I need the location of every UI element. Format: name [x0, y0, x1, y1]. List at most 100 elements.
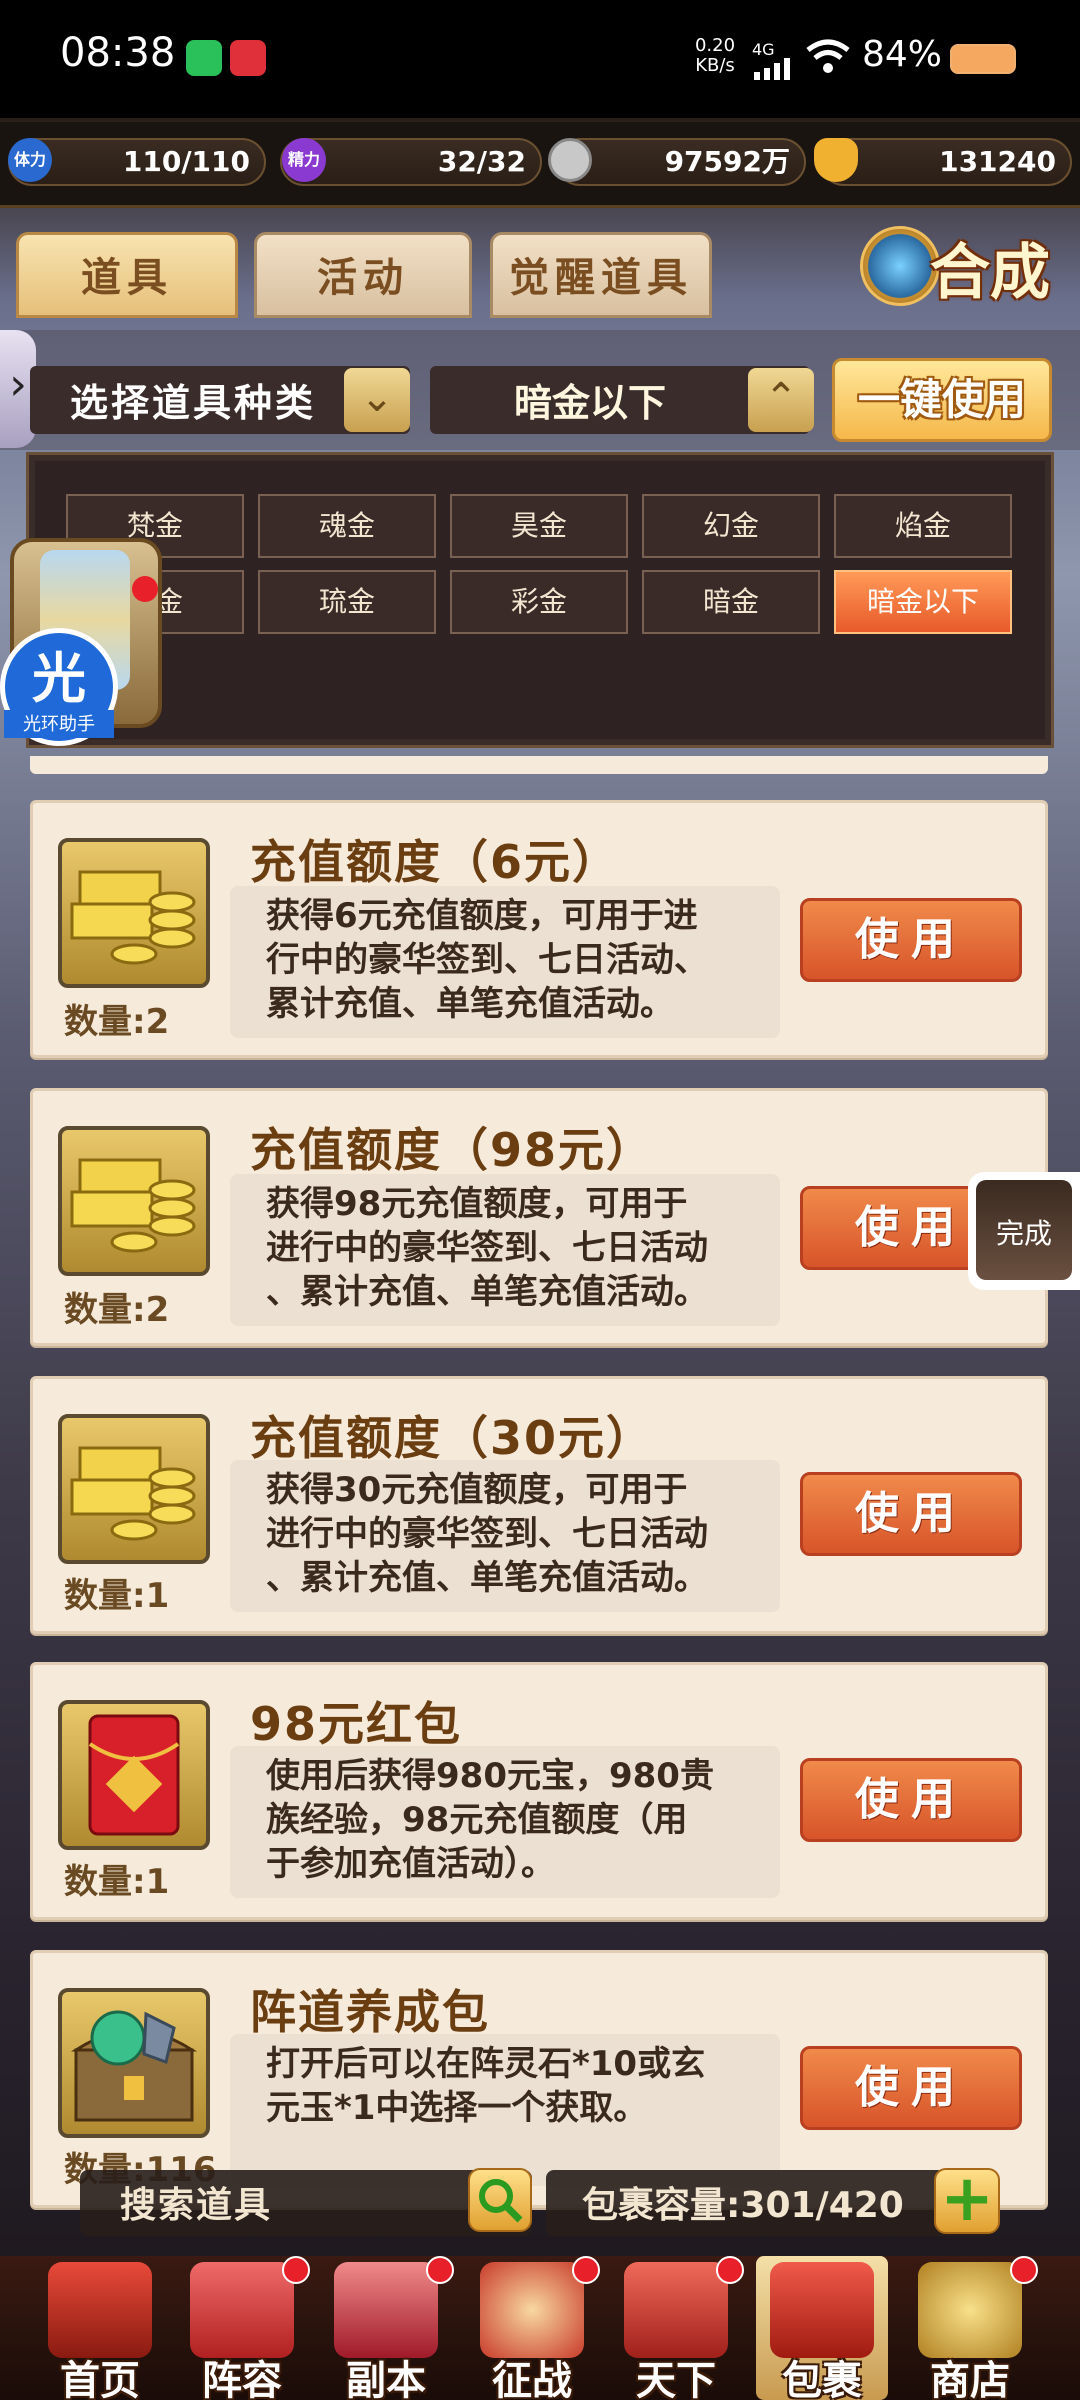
- chevron-up-icon[interactable]: ⌃: [748, 368, 814, 432]
- wifi-icon: [806, 39, 850, 73]
- nav-label: 包裹: [782, 2358, 862, 2400]
- chevron-down-icon[interactable]: ⌄: [344, 368, 410, 432]
- battery-percent: 84%: [862, 34, 943, 75]
- item-desc-line: 使用后获得980元宝，980贵: [266, 1756, 714, 1796]
- nav-bag[interactable]: 包裹: [752, 2256, 892, 2400]
- helper-label: 光环助手: [4, 710, 114, 738]
- use-button[interactable]: 使用: [800, 898, 1022, 982]
- notification-dot: [132, 576, 158, 602]
- list-top-edge: [30, 756, 1048, 774]
- nav-label: 首页: [60, 2358, 140, 2400]
- item-quantity: 数量:1: [64, 1576, 170, 1616]
- network-type: 4G: [752, 40, 775, 59]
- notification-dot: [572, 2256, 600, 2284]
- nav-label: 副本: [346, 2358, 426, 2400]
- item-desc: 获得6元充值额度，可用于进 行中的豪华签到、七日活动、 累计充值、单笔充值活动。: [266, 894, 786, 1026]
- dungeon-icon: [334, 2262, 438, 2358]
- bag-icon: [770, 2262, 874, 2358]
- item-desc: 获得98元充值额度，可用于 进行中的豪华签到、七日活动 、累计充值、单笔充值活动。: [266, 1182, 786, 1314]
- item-desc-line: 获得6元充值额度，可用于进: [266, 896, 698, 936]
- item-desc: 获得30元充值额度，可用于 进行中的豪华签到、七日活动 、累计充值、单笔充值活动。: [266, 1468, 786, 1600]
- expand-capacity-button[interactable]: +: [934, 2167, 1000, 2234]
- grade-select-label: 暗金以下: [513, 381, 666, 425]
- grade-option[interactable]: 暗金: [642, 570, 820, 634]
- nav-dungeon[interactable]: 副本: [316, 2256, 456, 2400]
- net-speed-unit: KB/s: [695, 55, 735, 76]
- capacity-label: 包裹容量:301/420: [582, 2185, 904, 2226]
- coins-icon: [918, 2262, 1022, 2358]
- lineup-icon: [190, 2262, 294, 2358]
- grade-option[interactable]: 幻金: [642, 494, 820, 558]
- status-time: 08:38: [60, 30, 176, 76]
- tab-items[interactable]: 道具: [16, 232, 238, 318]
- item-title: 充值额度（98元）: [250, 1123, 655, 1177]
- home-icon: [48, 2262, 152, 2358]
- notification-app-icon: [230, 40, 266, 76]
- notification-dot: [426, 2256, 454, 2284]
- item-quantity: 数量:2: [64, 1002, 170, 1042]
- tab-activity[interactable]: 活动: [254, 232, 472, 318]
- item-quantity: 数量:1: [64, 1862, 170, 1902]
- use-button[interactable]: 使用: [800, 2046, 1022, 2130]
- search-label: 搜索道具: [120, 2185, 273, 2226]
- notification-dot: [282, 2256, 310, 2284]
- energy-icon: 精力: [282, 138, 326, 182]
- search-icon: [479, 2179, 523, 2223]
- world-icon: [624, 2262, 728, 2358]
- nav-lineup[interactable]: 阵容: [172, 2256, 312, 2400]
- net-speed-value: 0.20: [694, 35, 736, 56]
- item-desc: 打开后可以在阵灵石*10或玄 元玉*1中选择一个获取。: [266, 2042, 786, 2130]
- search-button[interactable]: [468, 2168, 532, 2232]
- use-all-button[interactable]: 一键使用: [832, 358, 1052, 442]
- wechat-icon: [186, 40, 222, 76]
- item-desc-line: 累计充值、单笔充值活动。: [266, 984, 674, 1024]
- item-title: 充值额度（30元）: [250, 1411, 655, 1465]
- nav-label: 商店: [930, 2358, 1010, 2400]
- synthesize-icon: [860, 226, 940, 306]
- item-desc-line: 打开后可以在阵灵石*10或玄: [266, 2044, 706, 2084]
- item-type-label: 选择道具种类: [70, 381, 317, 425]
- signal-icon: [754, 58, 790, 80]
- net-speed: 0.20 KB/s: [690, 36, 740, 76]
- nav-world[interactable]: 天下: [606, 2256, 746, 2400]
- nav-home[interactable]: 首页: [30, 2256, 170, 2400]
- done-label: 完成: [995, 1217, 1052, 1250]
- item-title: 98元红包: [250, 1697, 463, 1751]
- use-button[interactable]: 使用: [800, 1758, 1022, 1842]
- grade-option[interactable]: 琉金: [258, 570, 436, 634]
- battery-icon: [950, 44, 1016, 74]
- grade-option[interactable]: 彩金: [450, 570, 628, 634]
- synthesize-label: 合成: [930, 238, 1050, 308]
- item-desc-line: 元玉*1中选择一个获取。: [266, 2088, 648, 2128]
- item-desc-line: 获得30元充值额度，可用于: [266, 1470, 688, 1510]
- nav-shop[interactable]: 商店: [900, 2256, 1040, 2400]
- item-desc-line: 进行中的豪华签到、七日活动: [266, 1514, 708, 1554]
- grade-option-selected[interactable]: 暗金以下: [834, 570, 1012, 634]
- grade-option[interactable]: 焰金: [834, 494, 1012, 558]
- red-envelope-icon: [58, 1700, 210, 1850]
- nav-campaign[interactable]: 征战: [462, 2256, 602, 2400]
- coin-icon: [548, 138, 592, 182]
- ingot-icon: [814, 138, 858, 182]
- use-button[interactable]: 使用: [800, 1472, 1022, 1556]
- item-desc-line: 于参加充值活动）。: [266, 1844, 555, 1884]
- grade-option[interactable]: 昊金: [450, 494, 628, 558]
- treasure-chest-icon: [58, 1988, 210, 2138]
- gold-bars-icon: [58, 1126, 210, 1276]
- notification-dot: [1010, 2256, 1038, 2284]
- item-quantity: 数量:2: [64, 1290, 170, 1330]
- grade-option[interactable]: 魂金: [258, 494, 436, 558]
- item-desc-line: 族经验，98元充值额度（用: [266, 1800, 688, 1840]
- nav-label: 阵容: [202, 2358, 282, 2400]
- item-desc-line: 获得98元充值额度，可用于: [266, 1184, 688, 1224]
- gold-bars-icon: [58, 1414, 210, 1564]
- stamina-icon: 体力: [8, 138, 52, 182]
- nav-label: 天下: [636, 2358, 716, 2400]
- helper-char: 光: [32, 647, 86, 710]
- item-desc-line: 、累计充值、单笔充值活动。: [266, 1272, 708, 1312]
- gold-bars-icon: [58, 838, 210, 988]
- notification-dot: [716, 2256, 744, 2284]
- tab-awaken-items[interactable]: 觉醒道具: [490, 232, 712, 318]
- target-icon: [480, 2262, 584, 2358]
- item-desc-line: 、累计充值、单笔充值活动。: [266, 1558, 708, 1598]
